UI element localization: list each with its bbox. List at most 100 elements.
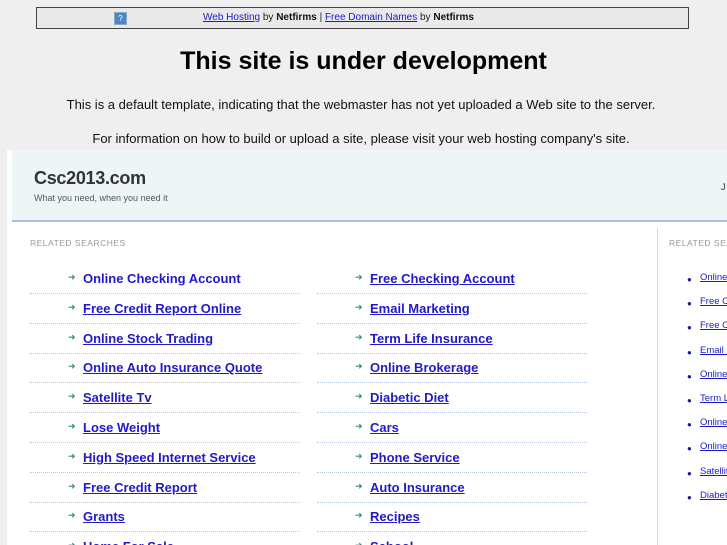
arrow-icon: ➜ — [68, 331, 76, 342]
arrow-icon: ➜ — [355, 331, 363, 342]
right-search-item: ● Online Checking Account — [687, 272, 727, 296]
right-search-item: ● Free Checking Account — [687, 296, 727, 320]
right-search-item: ● Term Life Insurance — [687, 393, 727, 417]
separator: | — [319, 12, 323, 23]
search-link[interactable]: Online Checking Account — [700, 272, 727, 283]
search-link[interactable]: Free Credit Report Online — [83, 301, 241, 316]
arrow-icon: ➜ — [355, 480, 363, 491]
banner-links: Web Hosting by Netfirms | Free Domain Na… — [203, 12, 474, 23]
arrow-icon: ➜ — [68, 272, 76, 282]
search-item: ➜ Online Brokerage — [317, 354, 587, 384]
search-item: ➜ Diabetic Diet — [317, 384, 587, 414]
search-item: ➜ Term Life Insurance — [317, 325, 587, 354]
divider — [657, 228, 658, 545]
search-link[interactable]: Auto Insurance — [370, 480, 465, 495]
search-link[interactable]: Diabetic Diet — [700, 490, 727, 501]
search-link[interactable]: Lose Weight — [83, 420, 160, 435]
search-link[interactable]: Satellite Tv — [700, 466, 727, 477]
related-searches-label: RELATED SEARCHES — [30, 238, 126, 248]
bullet-icon: ● — [687, 395, 692, 405]
search-link[interactable]: Online Brokerage — [700, 441, 727, 452]
bullet-icon: ● — [687, 492, 692, 502]
search-link[interactable]: Online Checking Account — [83, 271, 241, 286]
search-link[interactable]: Online Auto Insurance Quote — [83, 360, 262, 375]
arrow-icon: ➜ — [68, 391, 76, 402]
bullet-icon: ● — [687, 468, 692, 478]
search-link[interactable]: Online Stock Trading — [83, 331, 213, 346]
bullet-icon: ● — [687, 323, 692, 333]
arrow-icon: ➜ — [355, 540, 363, 545]
search-link[interactable]: Email Marketing — [370, 301, 470, 316]
search-link[interactable]: Online Stock Trading — [700, 369, 727, 380]
search-link[interactable]: Recipes — [370, 509, 420, 524]
site-tagline: What you need, when you need it — [34, 193, 168, 203]
search-link[interactable]: Free Credit Report Online — [700, 320, 727, 331]
site-name[interactable]: Csc2013.com — [34, 168, 146, 189]
search-item: ➜ Online Auto Insurance Quote — [30, 354, 300, 384]
search-link[interactable]: Email Marketing — [700, 345, 727, 356]
bullet-icon: ● — [687, 371, 692, 381]
search-link[interactable]: Online Brokerage — [370, 360, 478, 375]
search-link[interactable]: Term Life Insurance — [370, 331, 493, 346]
by-text: by — [420, 12, 431, 23]
search-item: ➜ Grants — [30, 503, 300, 533]
search-link[interactable]: Free Credit Report — [83, 480, 197, 495]
search-link[interactable]: Term Life Insurance — [700, 393, 727, 404]
info-text-2: For information on how to build or uploa… — [92, 131, 630, 146]
search-item: ➜ Auto Insurance — [317, 474, 587, 503]
search-item: ➜ Satellite Tv — [30, 384, 300, 414]
site-header: Csc2013.com What you need, when you need… — [12, 150, 727, 222]
search-item: ➜ School — [317, 533, 587, 545]
arrow-icon: ➜ — [68, 510, 76, 521]
brand-text: Netfirms — [433, 12, 474, 23]
bullet-icon: ● — [687, 275, 692, 284]
right-search-item: ● Satellite Tv — [687, 466, 727, 490]
search-link[interactable]: Online Auto Insurance Quote — [700, 417, 727, 428]
bullet-icon: ● — [687, 420, 692, 430]
search-link[interactable]: Grants — [83, 509, 125, 524]
right-search-item: ● Free Credit Report Online — [687, 320, 727, 344]
search-link[interactable]: Home For Sale — [83, 539, 174, 545]
search-link[interactable]: Cars — [370, 420, 399, 435]
search-link[interactable]: Free Checking Account — [370, 271, 515, 286]
free-domain-link[interactable]: Free Domain Names — [325, 12, 417, 23]
brand-text: Netfirms — [276, 12, 317, 23]
by-text: by — [262, 12, 274, 23]
web-hosting-link[interactable]: Web Hosting — [203, 12, 260, 23]
search-item: ➜ Free Credit Report Online — [30, 295, 300, 324]
left-search-column: ➜ Online Checking Account ➜ Free Credit Rep… — [30, 265, 300, 545]
search-item: ➜ Cars — [317, 414, 587, 443]
info-text: This is a default template, indicating t… — [66, 97, 656, 112]
arrow-icon: ➜ — [68, 361, 76, 372]
right-search-item: ● Online Brokerage — [687, 441, 727, 465]
search-item: ➜ Recipes — [317, 503, 587, 533]
search-link[interactable]: School — [370, 539, 413, 545]
search-link[interactable]: Satellite Tv — [83, 390, 152, 405]
right-search-item: ● Online Auto Insurance Quote — [687, 417, 727, 441]
arrow-icon: ➜ — [355, 391, 363, 402]
parked-domain-frame: Csc2013.com What you need, when you need… — [7, 150, 727, 545]
search-link[interactable]: Diabetic Diet — [370, 390, 449, 405]
search-item: ➜ Free Credit Report — [30, 474, 300, 503]
search-link[interactable]: Free Checking Account — [700, 296, 727, 307]
search-item: ➜ Phone Service — [317, 444, 587, 473]
right-search-item: ● Email Marketing — [687, 345, 727, 369]
hosting-banner: ? Web Hosting by Netfirms | Free Domain … — [36, 7, 689, 29]
search-link[interactable]: High Speed Internet Service — [83, 450, 256, 465]
right-search-column: ● Online Checking Account ● Free Checking A… — [687, 272, 727, 514]
arrow-icon: ➜ — [355, 420, 363, 431]
page-title: This site is under development — [180, 47, 547, 75]
search-item: ➜ Online Stock Trading — [30, 325, 300, 354]
middle-search-column: ➜ Free Checking Account ➜ Email Marketing ➜ T… — [317, 265, 587, 545]
arrow-icon: ➜ — [68, 301, 76, 312]
search-link[interactable]: Phone Service — [370, 450, 460, 465]
search-item: ➜ Free Checking Account — [317, 265, 587, 294]
bullet-icon: ● — [687, 299, 692, 309]
right-search-item: ● Diabetic Diet — [687, 490, 727, 514]
arrow-icon: ➜ — [355, 450, 363, 461]
arrow-icon: ➜ — [355, 301, 363, 312]
help-icon[interactable]: ? — [114, 12, 127, 25]
search-item: ➜ Online Checking Account — [30, 265, 300, 294]
arrow-icon: ➜ — [355, 361, 363, 372]
arrow-icon: ➜ — [68, 480, 76, 491]
